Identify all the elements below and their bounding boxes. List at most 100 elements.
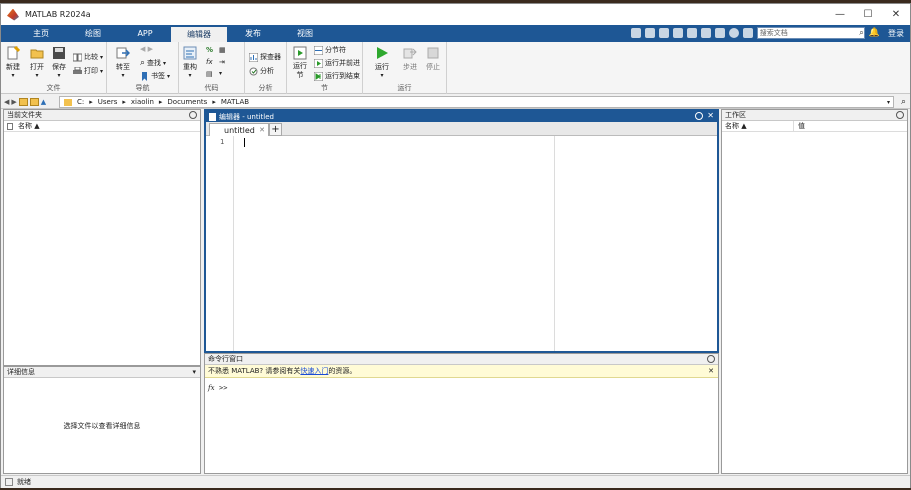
fx-icon[interactable]: fx bbox=[208, 384, 215, 392]
search-documentation-input[interactable]: 搜索文档 ⌕ bbox=[756, 27, 865, 39]
smart-indent-icon[interactable]: ▤ bbox=[206, 70, 213, 78]
tab-close-icon[interactable]: ✕ bbox=[259, 126, 265, 134]
tab-home[interactable]: 主页 bbox=[15, 25, 67, 42]
editor-toolstrip: 新建 ▾ 打开 ▾ 保存 ▾ 比较 ▾ 打印 ▾ 文件 转至 ▾ ◀ ▶ ⌕ 查… bbox=[1, 42, 910, 94]
paste-quick-icon[interactable] bbox=[672, 28, 683, 38]
path-part[interactable]: C: bbox=[77, 98, 84, 106]
help-quick-icon[interactable] bbox=[728, 28, 739, 38]
copy-quick-icon[interactable] bbox=[658, 28, 669, 38]
section-break-button[interactable]: 分节符 bbox=[314, 45, 346, 55]
status-bar: 就绪 bbox=[1, 475, 910, 488]
browse-folder-icon[interactable] bbox=[29, 97, 39, 106]
run-button[interactable]: 运行 ▾ bbox=[375, 46, 389, 79]
details-collapse-icon[interactable]: ▾ bbox=[192, 368, 196, 376]
panel-actions-icon[interactable] bbox=[189, 111, 197, 119]
login-button[interactable]: 登录 bbox=[888, 28, 904, 39]
path-part[interactable]: MATLAB bbox=[221, 98, 249, 106]
details-title: 详细信息 bbox=[7, 368, 35, 376]
path-dropdown-icon[interactable]: ▾ bbox=[887, 99, 890, 106]
new-file-icon bbox=[7, 46, 20, 60]
window-title: MATLAB R2024a bbox=[25, 10, 91, 19]
matlab-window: MATLAB R2024a — ☐ ✕ 主页 绘图 APP 编辑器 发布 视图 … bbox=[0, 3, 911, 488]
notification-bell-icon[interactable]: 🔔 bbox=[869, 28, 880, 38]
workspace-value-column[interactable]: 值 bbox=[798, 121, 805, 131]
back-arrow-icon[interactable]: ◀ bbox=[4, 98, 9, 106]
name-column-header[interactable]: 名称 ▲ bbox=[18, 121, 40, 131]
new-button[interactable]: 新建 ▾ bbox=[6, 46, 20, 79]
maximize-button[interactable]: ☐ bbox=[854, 4, 882, 25]
details-empty-message: 选择文件以查看详细信息 bbox=[63, 422, 141, 430]
profiler-button[interactable]: 探查器 bbox=[249, 52, 281, 62]
indent-icon[interactable]: ⇥ bbox=[219, 58, 225, 66]
code-area[interactable]: 1 bbox=[206, 136, 717, 351]
notice-text-pre: 不熟悉 MATLAB? 请参阅有关 bbox=[208, 367, 301, 375]
run-section-icon bbox=[293, 46, 307, 60]
wrap-comments-icon[interactable]: ▦ bbox=[219, 46, 226, 54]
redo-quick-icon[interactable] bbox=[700, 28, 711, 38]
run-to-end-button[interactable]: 运行到结束 bbox=[314, 71, 360, 81]
line-number-gutter: 1 bbox=[206, 136, 234, 351]
tab-view[interactable]: 视图 bbox=[279, 25, 331, 42]
open-button[interactable]: 打开 ▾ bbox=[30, 46, 44, 79]
find-button[interactable]: ⌕ 查找 ▾ bbox=[140, 58, 166, 68]
tab-apps[interactable]: APP bbox=[119, 25, 171, 42]
goto-button[interactable]: 转至 ▾ bbox=[116, 46, 130, 79]
refactor-button[interactable]: 重构 ▾ bbox=[183, 46, 197, 79]
forward-arrow-icon[interactable]: ▶ bbox=[11, 98, 16, 106]
editor-header: 编辑器 - untitled ✕ bbox=[206, 111, 717, 122]
run-section-button[interactable]: 运行节 bbox=[291, 46, 309, 80]
community-quick-icon[interactable] bbox=[742, 28, 753, 38]
print-icon bbox=[73, 66, 82, 74]
stop-icon bbox=[427, 47, 439, 59]
workspace-column-header: 名称 ▲ 值 bbox=[722, 121, 907, 132]
current-path-input[interactable]: C: ▸ Users ▸ xiaolin ▸ Documents ▸ MATLAB ▾ bbox=[59, 96, 894, 108]
bookmark-button[interactable]: 书签 ▾ bbox=[140, 71, 170, 81]
tab-editor[interactable]: 编辑器 bbox=[171, 25, 227, 42]
run-advance-button[interactable]: 运行并前进 bbox=[314, 58, 360, 68]
run-label: 运行 bbox=[375, 63, 389, 71]
path-part[interactable]: xiaolin bbox=[131, 98, 154, 106]
notice-text-post: 的资源。 bbox=[328, 367, 357, 375]
step-icon bbox=[403, 48, 417, 59]
comment-percent-icon[interactable]: % bbox=[206, 46, 213, 54]
command-actions-icon[interactable] bbox=[707, 355, 715, 363]
notice-close-icon[interactable]: ✕ bbox=[708, 367, 714, 375]
tab-plots[interactable]: 绘图 bbox=[67, 25, 119, 42]
getting-started-link[interactable]: 快速入门 bbox=[300, 366, 328, 376]
step-button[interactable]: 步进 bbox=[403, 46, 417, 72]
compare-button[interactable]: 比较 ▾ bbox=[73, 52, 103, 62]
command-input-area[interactable]: fx >> bbox=[205, 378, 718, 473]
window-controls: — ☐ ✕ bbox=[826, 4, 910, 25]
path-part[interactable]: Users bbox=[98, 98, 118, 106]
search-path-icon[interactable]: ⌕ bbox=[901, 97, 906, 107]
print-button[interactable]: 打印 ▾ bbox=[73, 66, 103, 76]
stop-button[interactable]: 停止 bbox=[426, 46, 440, 72]
profiler-icon bbox=[249, 52, 258, 62]
current-folder-column-header: 名称 ▲ bbox=[4, 121, 200, 132]
editor-close-icon[interactable]: ✕ bbox=[707, 111, 714, 120]
fx-insert-icon[interactable]: fx bbox=[206, 58, 213, 66]
undo-quick-icon[interactable] bbox=[686, 28, 697, 38]
analyze-button[interactable]: 分析 bbox=[249, 66, 274, 76]
minimize-button[interactable]: — bbox=[826, 4, 854, 25]
ribbon-tab-bar: 主页 绘图 APP 编辑器 发布 视图 搜索文档 ⌕ 🔔 登录 bbox=[1, 25, 910, 42]
save-quick-icon[interactable] bbox=[630, 28, 641, 38]
up-arrow-icon[interactable]: ▲ bbox=[41, 98, 46, 106]
editor-file-tab[interactable]: untitled ✕ bbox=[209, 123, 269, 136]
back-forward-buttons[interactable]: ◀ ▶ bbox=[140, 45, 153, 53]
code-more-icon[interactable]: ▾ bbox=[219, 70, 222, 77]
up-folder-icon[interactable] bbox=[18, 97, 28, 106]
editor-tab-strip: untitled ✕ + bbox=[206, 122, 717, 136]
group-code-label: 代码 bbox=[204, 84, 219, 92]
new-tab-button[interactable]: + bbox=[269, 123, 282, 136]
save-button[interactable]: 保存 ▾ bbox=[52, 46, 66, 79]
workspace-name-column[interactable]: 名称 ▲ bbox=[725, 121, 747, 131]
switch-windows-icon[interactable] bbox=[714, 28, 725, 38]
path-part[interactable]: Documents bbox=[167, 98, 207, 106]
run-to-end-label: 运行到结束 bbox=[325, 72, 360, 80]
workspace-actions-icon[interactable] bbox=[896, 111, 904, 119]
editor-actions-icon[interactable] bbox=[695, 112, 703, 120]
cut-quick-icon[interactable] bbox=[644, 28, 655, 38]
tab-publish[interactable]: 发布 bbox=[227, 25, 279, 42]
close-button[interactable]: ✕ bbox=[882, 4, 910, 25]
